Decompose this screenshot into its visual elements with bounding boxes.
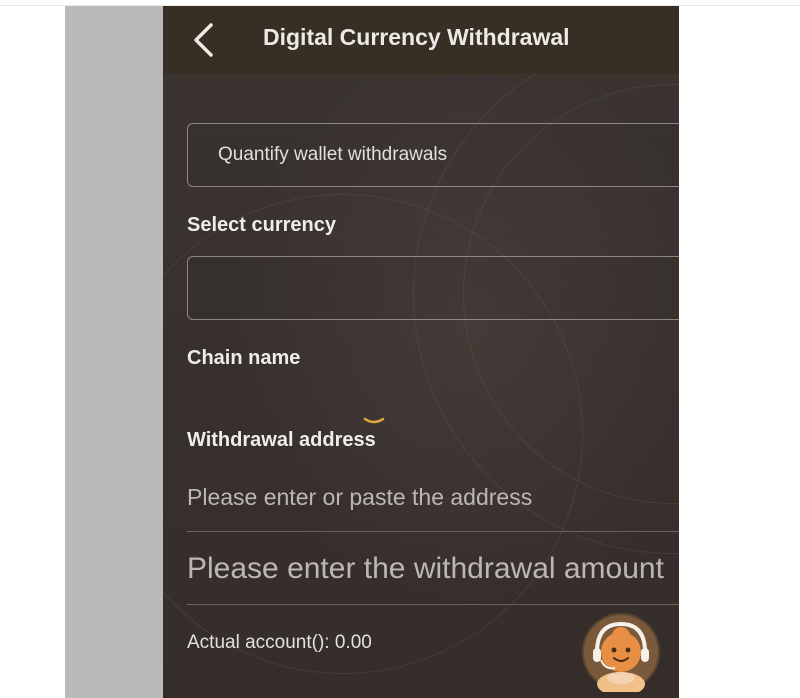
loading-spinner-icon — [363, 417, 385, 424]
actual-account-value: 0.00 — [334, 632, 372, 653]
chain-name-label: Chain name — [187, 347, 301, 369]
wallet-type-value: Quantify wallet withdrawals — [218, 144, 448, 165]
page: Digital Currency Withdrawal Quantify wal… — [0, 0, 800, 698]
withdrawal-amount-input[interactable] — [187, 547, 679, 591]
withdrawal-address-input[interactable] — [187, 480, 679, 514]
app-screen: Digital Currency Withdrawal Quantify wal… — [163, 6, 679, 698]
actual-account-label: Actual account(): — [187, 632, 330, 653]
header-bar: Digital Currency Withdrawal — [163, 6, 679, 74]
currency-select[interactable] — [187, 256, 679, 320]
currency-label: Select currency — [187, 214, 336, 236]
withdrawal-address-label: Withdrawal address — [187, 429, 376, 451]
address-divider — [187, 531, 679, 532]
amount-divider — [187, 604, 679, 605]
wallet-type-select[interactable]: Quantify wallet withdrawals — [187, 123, 679, 187]
page-title: Digital Currency Withdrawal — [263, 24, 570, 50]
customer-service-avatar-icon[interactable] — [581, 612, 661, 692]
chevron-left-icon — [194, 23, 213, 57]
actual-account-row: Actual account(): 0.00 — [187, 632, 372, 654]
left-gray-panel — [65, 6, 163, 698]
back-button[interactable] — [185, 20, 221, 60]
